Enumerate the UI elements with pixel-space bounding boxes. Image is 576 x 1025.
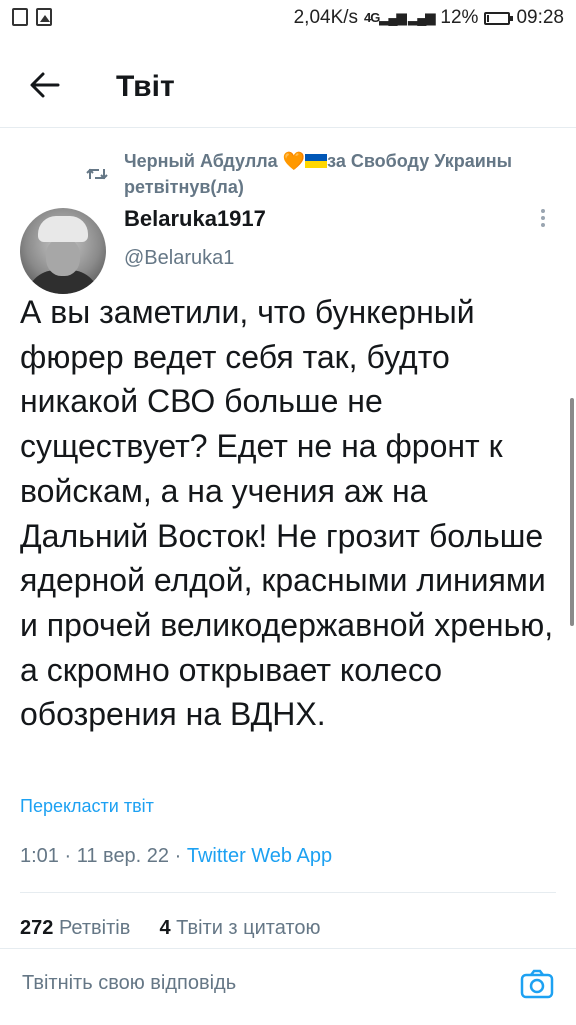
author-name[interactable]: Belaruka1917 [124, 206, 266, 232]
avatar[interactable] [20, 208, 106, 294]
reply-input[interactable]: Твітніть свою відповідь [22, 972, 236, 995]
retweets-stat[interactable]: 272 Ретвітів [20, 917, 130, 939]
tweet-date: 11 вер. 22 [76, 845, 170, 867]
image-icon [36, 8, 52, 26]
network-speed: 2,04K/s [293, 7, 359, 28]
retweeter-name-part2: за Свободу Украины [327, 151, 513, 171]
notification-box-icon [12, 8, 28, 26]
more-options-icon[interactable] [536, 206, 550, 232]
battery-percent: 12% [440, 7, 479, 28]
source-app-link[interactable]: Twitter Web App [187, 845, 332, 867]
battery-fill [487, 14, 490, 22]
header: Твіт [0, 50, 576, 120]
tweet-time: 1:01 [20, 845, 59, 867]
retweet-attribution[interactable]: Черный Абдулла 🧡 за Свободу Украины ретві… [124, 148, 564, 200]
battery-icon [484, 11, 514, 25]
camera-icon[interactable] [520, 969, 554, 999]
reply-bar: Твітніть свою відповідь [0, 948, 576, 1025]
ukraine-flag-icon [305, 154, 328, 168]
retweeter-name-part1: Черный Абдулла [124, 151, 283, 171]
tweet-meta: 1:01 · 11 вер. 22 · Twitter Web App [20, 845, 333, 867]
tweet-stats: 272 Ретвітів 4 Твіти з цитатою [20, 917, 320, 940]
quotes-stat[interactable]: 4 Твіти з цитатою [159, 917, 320, 939]
status-right: 2,04K/s 4G▂▄▆ ▂▄▆ 12% 09:28 [294, 7, 564, 29]
heart-emoji: 🧡 [282, 151, 306, 171]
arrow-left-icon[interactable] [28, 68, 62, 102]
signal-icon: 4G▂▄▆ ▂▄▆ [364, 10, 435, 25]
author-handle[interactable]: @Belaruka1 [124, 247, 234, 270]
status-bar: 2,04K/s 4G▂▄▆ ▂▄▆ 12% 09:28 [0, 0, 576, 40]
clock: 09:28 [516, 7, 564, 28]
scrollbar[interactable] [570, 398, 574, 626]
header-divider [0, 127, 576, 128]
status-left-icons [12, 8, 52, 26]
translate-link[interactable]: Перекласти твіт [20, 796, 154, 817]
retweeted-label: ретвітнув(ла) [124, 177, 244, 197]
page-title: Твіт [116, 70, 175, 103]
tweet-text: А вы заметили, что бункерный фюрер ведет… [20, 294, 554, 733]
retweet-icon [86, 168, 108, 180]
stats-divider [20, 892, 556, 893]
